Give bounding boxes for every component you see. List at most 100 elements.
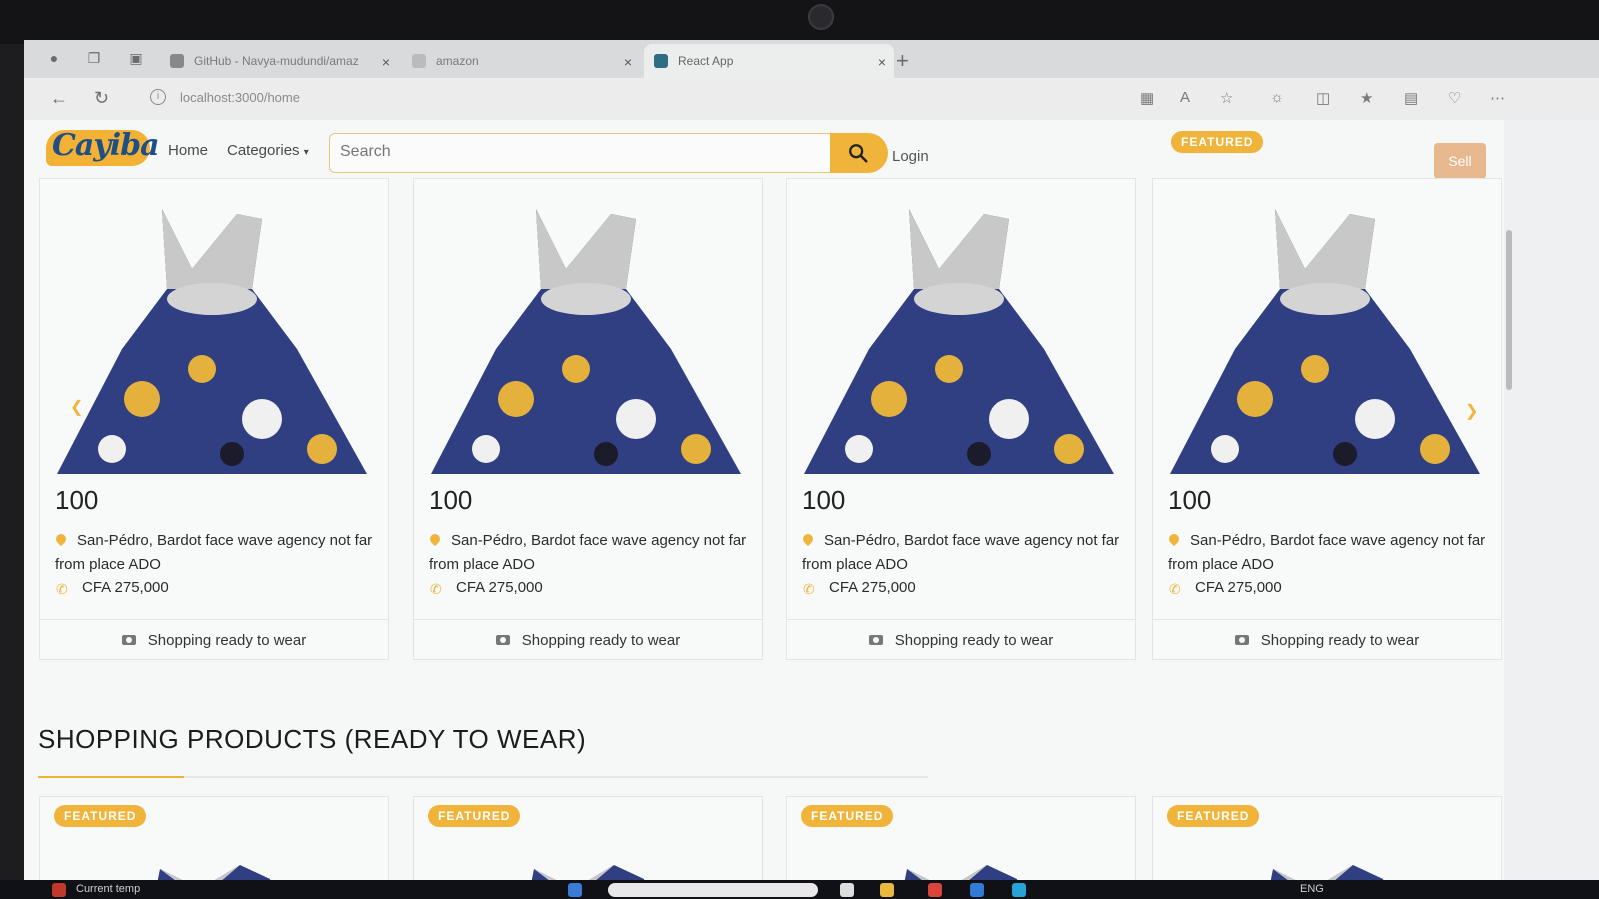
product-location: San-Pédro, Bardot face wave agency not f… [55, 532, 373, 573]
tab-actions-icon[interactable]: ▣ [128, 50, 144, 66]
tab-label: GitHub - Navya-mudundi/amaz [194, 54, 359, 68]
tab-github[interactable]: GitHub - Navya-mudundi/amaz × [170, 44, 398, 78]
nav-home[interactable]: Home [168, 142, 208, 159]
featured-badge: FEATURED [1167, 805, 1260, 827]
browser-essentials-icon[interactable]: ♡ [1448, 89, 1461, 107]
windows-start-icon[interactable] [568, 883, 582, 897]
scrollbar-thumb[interactable] [1506, 230, 1512, 390]
product-card[interactable]: ❮ 100 San-Pédro, Bardot face wave agency… [39, 178, 389, 660]
apps-icon[interactable]: ▦ [1140, 89, 1154, 107]
carousel-prev-icon[interactable]: ❮ [70, 397, 83, 417]
category-label: Shopping ready to wear [147, 631, 307, 649]
vscode-icon[interactable] [970, 883, 984, 897]
read-aloud-icon[interactable]: A [1180, 89, 1190, 106]
product-location: San-Pédro, Bardot face wave agency not f… [429, 532, 747, 573]
product-price: 100 [802, 485, 846, 515]
close-icon[interactable]: × [624, 54, 632, 70]
product-phone: CFA 275,000 [829, 579, 916, 596]
close-icon[interactable]: × [382, 54, 390, 70]
url-field[interactable]: localhost:3000/home [180, 90, 300, 105]
product-category[interactable]: Shopping ready to wear [414, 619, 762, 660]
dress-image [431, 209, 741, 474]
site-logo[interactable]: Cayiba [46, 126, 160, 170]
dress-image [904, 865, 1018, 880]
product-category[interactable]: Shopping ready to wear [1153, 619, 1501, 660]
section-divider-accent [38, 776, 184, 778]
dress-image [1170, 209, 1480, 474]
task-view-icon[interactable] [840, 883, 854, 897]
weather-icon[interactable] [52, 883, 66, 897]
page-icon [412, 54, 426, 68]
taskbar: Current temp ENG [0, 880, 1599, 899]
new-tab-button[interactable]: + [896, 48, 909, 74]
chrome-icon[interactable] [928, 883, 942, 897]
product-price: 100 [55, 485, 99, 515]
collections-icon[interactable]: ▤ [1404, 89, 1418, 107]
tab-label: React App [678, 54, 734, 68]
more-icon[interactable]: ⋯ [1490, 89, 1505, 107]
product-card[interactable]: FEATURED [1152, 796, 1502, 880]
profile-icon[interactable]: ● [46, 50, 62, 66]
taskbar-search[interactable] [608, 883, 818, 897]
github-icon [170, 54, 184, 68]
product-phone: CFA 275,000 [456, 579, 543, 596]
product-price: 100 [1168, 485, 1212, 515]
edge-icon[interactable] [1012, 883, 1026, 897]
weather-text[interactable]: Current temp [76, 883, 140, 895]
tab-amazon[interactable]: amazon × [412, 44, 640, 78]
product-phone: CFA 275,000 [82, 579, 169, 596]
tab-label: amazon [436, 54, 479, 68]
sell-button[interactable]: Sell [1434, 143, 1486, 179]
dress-image [531, 865, 645, 880]
featured-badge: FEATURED [801, 805, 894, 827]
dress-image [804, 209, 1114, 474]
webcam [808, 4, 834, 30]
section-divider [38, 776, 928, 778]
nav-categories[interactable]: Categories ▾ [227, 142, 309, 159]
phone-icon: ✆ [803, 581, 815, 597]
address-bar: ← ↻ i localhost:3000/home ▦ A ☆ ☼ ◫ ★ ▤ … [24, 78, 1599, 120]
workspaces-icon[interactable]: ❐ [86, 50, 102, 66]
featured-badge: FEATURED [54, 805, 147, 827]
product-card[interactable]: 100 San-Pédro, Bardot face wave agency n… [786, 178, 1136, 660]
laptop-bezel [0, 0, 1599, 44]
refresh-icon[interactable]: ↻ [94, 88, 109, 109]
product-category[interactable]: Shopping ready to wear [787, 619, 1135, 660]
page: Cayiba Home Categories ▾ Login Sell [24, 120, 1504, 880]
dress-image [1270, 865, 1384, 880]
language-indicator[interactable]: ENG [1300, 883, 1324, 895]
featured-badge: FEATURED [428, 805, 521, 827]
file-explorer-icon[interactable] [880, 883, 894, 897]
product-card[interactable]: FEATURED ❯ 100 San-Pédro, Bardot face wa… [1152, 131, 1502, 660]
back-icon[interactable]: ← [50, 88, 68, 109]
product-category[interactable]: Shopping ready to wear [40, 619, 388, 660]
tab-react-app[interactable]: React App × [644, 44, 894, 78]
close-icon[interactable]: × [878, 54, 886, 70]
product-card[interactable]: FEATURED [786, 796, 1136, 880]
product-card[interactable]: FEATURED [39, 796, 389, 880]
info-icon[interactable]: i [150, 89, 166, 105]
screen: ● ❐ ▣ GitHub - Navya-mudundi/amaz × amaz… [24, 40, 1599, 880]
camera-icon [1234, 635, 1249, 645]
split-screen-icon[interactable]: ◫ [1316, 89, 1330, 107]
search-button[interactable] [830, 133, 888, 173]
product-card[interactable]: FEATURED [413, 796, 763, 880]
favorite-star-icon[interactable]: ☆ [1220, 89, 1233, 107]
browser-sidebar: ⚲ ◉ ◈ + [1504, 120, 1599, 880]
carousel-next-icon[interactable]: ❯ [1465, 401, 1478, 421]
section-title: SHOPPING PRODUCTS (READY TO WEAR) [38, 724, 587, 754]
product-card[interactable]: 100 San-Pédro, Bardot face wave agency n… [413, 178, 763, 660]
login-link[interactable]: Login [892, 148, 929, 165]
search-input[interactable] [330, 134, 820, 170]
category-label: Shopping ready to wear [1260, 631, 1420, 649]
extensions-icon[interactable]: ☼ [1270, 89, 1284, 106]
browser-tab-bar: ● ❐ ▣ GitHub - Navya-mudundi/amaz × amaz… [24, 40, 1599, 78]
logo-text: Cayiba [52, 128, 160, 163]
phone-icon: ✆ [1169, 581, 1181, 597]
dress-image [57, 209, 367, 474]
featured-badge: FEATURED [1171, 131, 1264, 153]
product-location: San-Pédro, Bardot face wave agency not f… [1168, 532, 1486, 573]
product-price: 100 [429, 485, 473, 515]
category-label: Shopping ready to wear [521, 631, 681, 649]
favorites-icon[interactable]: ★ [1360, 89, 1373, 107]
